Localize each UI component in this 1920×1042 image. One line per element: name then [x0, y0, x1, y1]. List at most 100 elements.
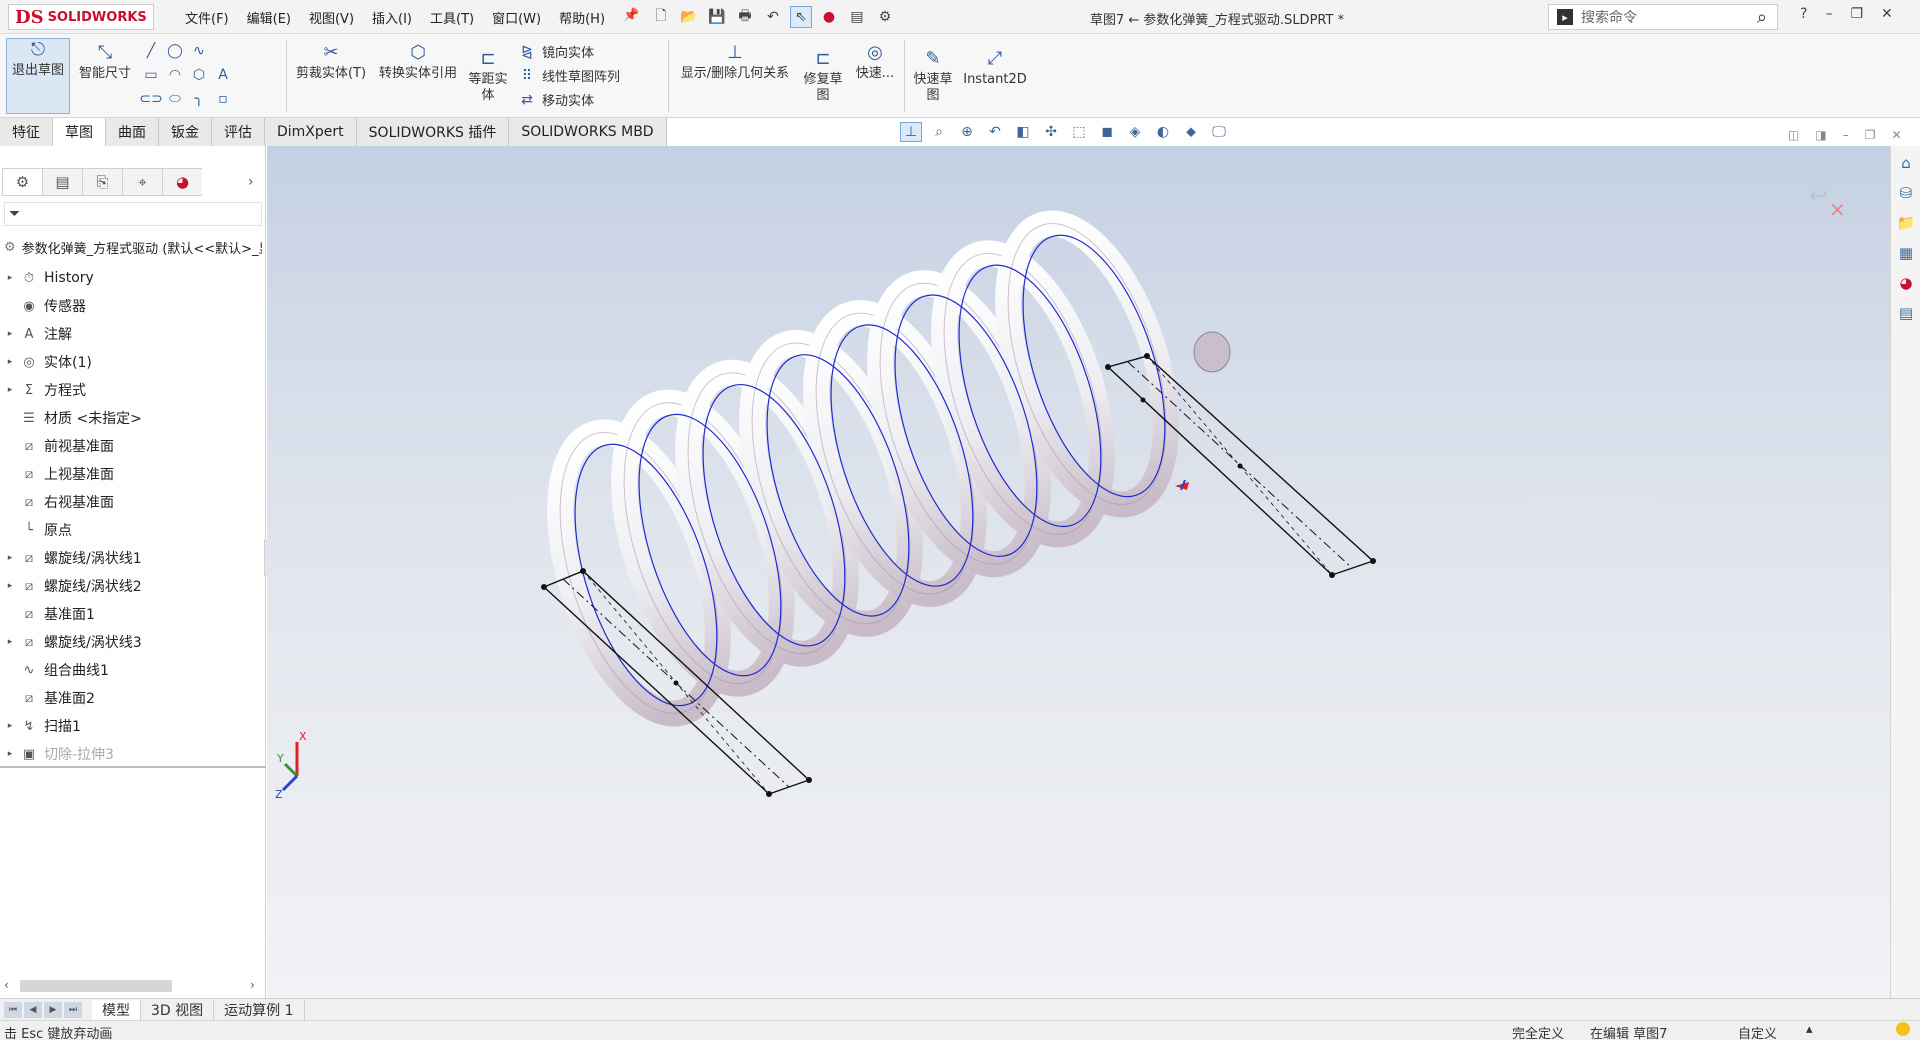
linear-pattern-button[interactable]: ⠿ 线性草图阵列 [518, 66, 620, 86]
pin-icon[interactable]: 📌 [614, 8, 648, 27]
options-gear-icon[interactable]: ⚙ [874, 6, 896, 28]
viewport-close-icon[interactable]: ✕ [1891, 128, 1901, 142]
viewport-tile-icon[interactable]: ◫ [1788, 128, 1799, 142]
design-library-icon[interactable]: ⛁ [1891, 178, 1920, 208]
last-tab-icon[interactable]: ⏭ [64, 1001, 82, 1018]
prev-tab-icon[interactable]: ◀ [24, 1001, 42, 1018]
search-magnifier-icon[interactable]: ⌕ [1757, 7, 1767, 28]
slot-icon[interactable]: ⊂⊃ [139, 90, 162, 108]
show-relations-button[interactable]: ⊥ 显示/删除几何关系 [672, 42, 798, 82]
close-icon[interactable]: ✕ [1881, 6, 1893, 22]
first-tab-icon[interactable]: ⏮ [4, 1001, 22, 1018]
chevron-right-icon[interactable]: › [248, 174, 254, 190]
tab-surfaces[interactable]: 曲面 [106, 118, 159, 146]
tree-item[interactable]: ⧄ 右视基准面 [0, 488, 266, 516]
point-icon[interactable]: ▫ [214, 90, 232, 108]
tree-item[interactable]: ▸ ⏱ History [0, 264, 266, 292]
expand-arrow-icon[interactable]: ▸ [0, 581, 20, 591]
menu-edit[interactable]: 编辑(E) [238, 8, 300, 27]
search-input[interactable]: 搜索命令 [1581, 7, 1637, 27]
viewport-minimize-icon[interactable]: – [1843, 128, 1849, 142]
select-cursor-icon[interactable]: ⇖ [790, 6, 812, 28]
polygon-icon[interactable]: ⬡ [190, 66, 208, 84]
trim-entities-button[interactable]: ✂ 剪裁实体(T) [292, 42, 370, 82]
scroll-thumb[interactable] [20, 980, 172, 992]
status-units[interactable]: 自定义 [1738, 1023, 1777, 1042]
appearances-icon[interactable]: ◕ [1891, 268, 1920, 298]
menu-tools[interactable]: 工具(T) [421, 8, 483, 27]
convert-entities-button[interactable]: ⬡ 转换实体引用 [372, 42, 464, 82]
cancel-corner-icon[interactable]: ✕ [1829, 198, 1846, 222]
new-document-icon[interactable]: 🗋 [650, 6, 672, 28]
expand-arrow-icon[interactable]: ▸ [0, 385, 20, 395]
tree-item[interactable]: ⧄ 基准面2 [0, 684, 266, 712]
offset-entities-button[interactable]: ⊏ 等距实体 [466, 48, 510, 104]
open-folder-icon[interactable]: 📂 [678, 6, 700, 28]
rebuild-status-icon[interactable] [1896, 1022, 1910, 1036]
exit-sketch-button[interactable]: ⎋ 退出草图 [6, 38, 70, 114]
menu-insert[interactable]: 插入(I) [363, 8, 421, 27]
scroll-left-icon[interactable]: ‹ [4, 978, 9, 992]
expand-arrow-icon[interactable]: ▸ [0, 749, 20, 759]
tab-features[interactable]: 特征 [0, 118, 53, 146]
tree-item[interactable]: ▸ Σ 方程式 [0, 376, 266, 404]
tree-item[interactable]: ⧄ 上视基准面 [0, 460, 266, 488]
circle-icon[interactable]: ◯ [166, 42, 184, 60]
graphics-area[interactable]: X Y Z ↩ ✕ [267, 146, 1890, 998]
expand-arrow-icon[interactable]: ▸ [0, 357, 20, 367]
tree-item[interactable]: ▸ ⧄ 螺旋线/涡状线2 [0, 572, 266, 600]
text-icon[interactable]: A [214, 66, 232, 84]
status-units-arrow-icon[interactable]: ▴ [1806, 1022, 1813, 1037]
move-entities-button[interactable]: ⇄ 移动实体 [518, 90, 594, 110]
expand-arrow-icon[interactable]: ▸ [0, 721, 20, 731]
horizontal-scrollbar[interactable]: ‹ › [0, 976, 266, 996]
hide-show-items-icon[interactable]: ◈ [1124, 122, 1146, 142]
repair-sketch-button[interactable]: ⊏ 修复草图 [800, 48, 846, 104]
dimxpert-manager-icon[interactable]: ⌖ [122, 168, 162, 196]
tree-item[interactable]: ⧄ 前视基准面 [0, 432, 266, 460]
mirror-entities-button[interactable]: ⧎ 镜向实体 [518, 42, 594, 62]
viewport-split-icon[interactable]: ◨ [1815, 128, 1826, 142]
custom-properties-icon[interactable]: ▤ [1891, 298, 1920, 328]
tab-mbd[interactable]: SOLIDWORKS MBD [509, 118, 667, 146]
tab-3d-view[interactable]: 3D 视图 [141, 999, 215, 1020]
fillet-icon[interactable]: ╮ [190, 90, 208, 108]
expand-arrow-icon[interactable]: ▸ [0, 329, 20, 339]
display-style-icon[interactable]: ◼ [1096, 122, 1118, 142]
instant2d-button[interactable]: ⤢ Instant2D [960, 48, 1030, 88]
expand-arrow-icon[interactable]: ▸ [0, 273, 20, 283]
file-explorer-icon[interactable]: 📁 [1891, 208, 1920, 238]
help-icon[interactable]: ? [1800, 6, 1807, 22]
tree-root[interactable]: ⚙ 参数化弹簧_方程式驱动 (默认<<默认>_显示状态 1>) [4, 238, 262, 257]
view-settings-icon[interactable]: 🖵 [1208, 122, 1230, 142]
view-palette-icon[interactable]: ▦ [1891, 238, 1920, 268]
spring-model[interactable] [267, 146, 1890, 998]
edit-appearance-icon[interactable]: ◐ [1152, 122, 1174, 142]
display-manager-icon[interactable]: ◕ [162, 168, 202, 196]
tree-item[interactable]: ▸ A 注解 [0, 320, 266, 348]
tab-sheet-metal[interactable]: 钣金 [159, 118, 212, 146]
tree-item[interactable]: ⧄ 基准面1 [0, 600, 266, 628]
tree-item[interactable]: ▸ ▣ 切除-拉伸3 [0, 740, 266, 768]
scroll-right-icon[interactable]: › [250, 978, 255, 992]
tree-item[interactable]: ◉ 传感器 [0, 292, 266, 320]
rectangle-icon[interactable]: ▭ [142, 66, 160, 84]
feature-tree-icon[interactable]: ⚙ [2, 168, 42, 196]
tree-item[interactable]: ∿ 组合曲线1 [0, 656, 266, 684]
viewport-restore-icon[interactable]: ❐ [1865, 128, 1876, 142]
tree-filter[interactable]: ⏷ [4, 202, 262, 226]
file-properties-icon[interactable]: ▤ [846, 6, 868, 28]
section-view-icon[interactable]: ◧ [1012, 122, 1034, 142]
tree-item[interactable]: ☰ 材质 <未指定> [0, 404, 266, 432]
exit-sketch-corner-icon[interactable]: ↩ [1809, 184, 1827, 209]
rapid-sketch-button[interactable]: ✎ 快速草图 [908, 48, 958, 104]
spline-icon[interactable]: ∿ [190, 42, 208, 60]
ellipse-icon[interactable]: ⬭ [166, 90, 184, 108]
rebuild-icon[interactable]: ● [818, 6, 840, 28]
search-bar[interactable]: ▸ 搜索命令 ⌕ [1548, 4, 1778, 30]
tree-item[interactable]: └ 原点 [0, 516, 266, 544]
next-tab-icon[interactable]: ▶ [44, 1001, 62, 1018]
configuration-manager-icon[interactable]: ⎘ [82, 168, 122, 196]
dynamic-annotation-icon[interactable]: ✣ [1040, 122, 1062, 142]
tab-addins[interactable]: SOLIDWORKS 插件 [356, 118, 510, 146]
